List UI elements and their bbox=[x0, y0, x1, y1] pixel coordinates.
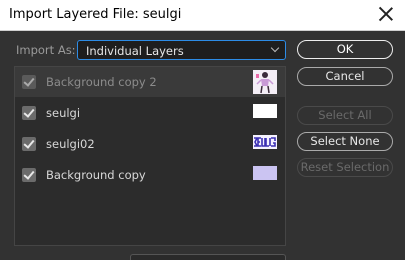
bottom-control-edge bbox=[130, 254, 286, 260]
layer-row[interactable]: seulgi bbox=[15, 98, 285, 128]
close-icon[interactable] bbox=[377, 5, 395, 23]
text-logo-thumbnail-icon bbox=[253, 135, 277, 149]
layer-name: seulgi bbox=[46, 106, 81, 120]
import-as-label: Import As: bbox=[16, 43, 76, 57]
reset-selection-button[interactable]: Reset Selection bbox=[297, 158, 393, 177]
title-bar: Import Layered File: seulgi bbox=[0, 0, 405, 31]
layer-checkbox[interactable] bbox=[22, 75, 36, 89]
import-as-value: Individual Layers bbox=[86, 44, 184, 58]
layer-name: seulgi02 bbox=[46, 137, 95, 151]
layer-row[interactable]: Background copy bbox=[15, 160, 285, 190]
select-all-button[interactable]: Select All bbox=[297, 106, 393, 125]
layer-list[interactable]: Background copy 2 seulgi seulgi02 Backgr… bbox=[14, 66, 286, 246]
select-none-button[interactable]: Select None bbox=[297, 132, 393, 151]
layer-checkbox[interactable] bbox=[22, 168, 36, 182]
white-thumbnail-icon bbox=[253, 104, 277, 118]
lavender-thumbnail-icon bbox=[253, 166, 277, 180]
layer-name: Background copy 2 bbox=[46, 75, 157, 89]
layer-row[interactable]: seulgi02 bbox=[15, 129, 285, 159]
layer-checkbox[interactable] bbox=[22, 137, 36, 151]
figure-thumbnail-icon bbox=[253, 70, 277, 94]
window-title: Import Layered File: seulgi bbox=[9, 7, 182, 22]
layer-checkbox[interactable] bbox=[22, 106, 36, 120]
layer-name: Background copy bbox=[46, 168, 146, 182]
ok-button[interactable]: OK bbox=[297, 40, 393, 59]
import-as-dropdown[interactable]: Individual Layers bbox=[77, 40, 286, 60]
layer-row[interactable]: Background copy 2 bbox=[15, 67, 285, 97]
cancel-button[interactable]: Cancel bbox=[297, 67, 393, 86]
chevron-down-icon bbox=[270, 43, 280, 53]
